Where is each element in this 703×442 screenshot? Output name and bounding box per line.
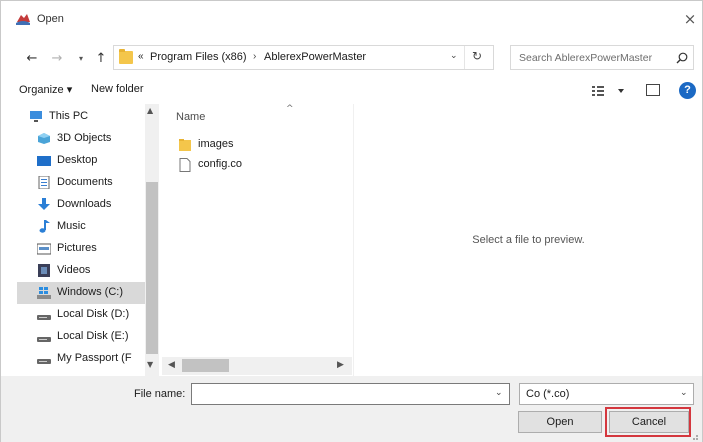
folder-icon bbox=[179, 139, 191, 151]
sidebar-item-downloads[interactable]: Downloads bbox=[17, 194, 145, 216]
close-button[interactable]: × bbox=[682, 9, 698, 29]
back-button[interactable]: ← bbox=[24, 51, 40, 67]
change-view-icon[interactable] bbox=[590, 83, 628, 99]
command-toolbar: Organize ▾ New folder ? bbox=[1, 79, 702, 103]
help-button[interactable]: ? bbox=[679, 82, 696, 99]
sidebar-item-label: This PC bbox=[49, 110, 89, 122]
desktop-icon bbox=[37, 156, 51, 166]
scroll-up-icon[interactable]: ▲ bbox=[147, 106, 153, 115]
sidebar-item-label: My Passport (F bbox=[57, 352, 132, 364]
downloads-icon bbox=[38, 198, 50, 210]
sidebar-item-local-disk-e[interactable]: Local Disk (E:) bbox=[17, 326, 145, 348]
3d-objects-icon bbox=[38, 133, 50, 144]
scroll-left-icon[interactable]: ◀ bbox=[168, 360, 175, 370]
address-dropdown-icon[interactable]: ⌄ bbox=[450, 51, 458, 61]
sidebar-item-label: Pictures bbox=[57, 242, 97, 254]
drive-icon bbox=[37, 359, 51, 364]
search-input[interactable]: Search AblerexPowerMaster bbox=[510, 45, 694, 70]
file-name: images bbox=[198, 138, 234, 150]
organize-button[interactable]: Organize ▾ bbox=[19, 83, 72, 96]
file-name-input[interactable]: ⌄ bbox=[191, 383, 510, 405]
sidebar-item-windows-c[interactable]: Windows (C:) bbox=[17, 282, 145, 304]
scroll-thumb[interactable] bbox=[182, 359, 229, 372]
videos-icon bbox=[38, 264, 50, 277]
open-button[interactable]: Open bbox=[518, 411, 602, 433]
breadcrumb-ablerex[interactable]: AblerexPowerMaster bbox=[264, 51, 366, 63]
forward-button[interactable]: → bbox=[49, 51, 65, 67]
pictures-icon bbox=[37, 243, 51, 255]
breadcrumb-separator[interactable]: › bbox=[253, 51, 256, 62]
cancel-highlight-box bbox=[605, 407, 691, 437]
up-button[interactable]: ↑ bbox=[94, 51, 108, 67]
sidebar-item-label: Music bbox=[57, 220, 86, 232]
windows-drive-icon bbox=[37, 287, 51, 299]
sidebar-item-music[interactable]: Music bbox=[17, 216, 145, 238]
chevron-down-icon[interactable]: ⌄ bbox=[680, 388, 688, 398]
preview-message: Select a file to preview. bbox=[472, 234, 585, 246]
sidebar-item-local-disk-d[interactable]: Local Disk (D:) bbox=[17, 304, 145, 326]
sort-ascending-icon: ^ bbox=[286, 104, 294, 114]
drive-icon bbox=[37, 315, 51, 320]
search-placeholder: Search AblerexPowerMaster bbox=[519, 52, 653, 64]
sidebar-item-videos[interactable]: Videos bbox=[17, 260, 145, 282]
breadcrumb-program-files[interactable]: Program Files (x86) bbox=[150, 51, 247, 63]
window-title: Open bbox=[37, 13, 64, 25]
address-divider bbox=[464, 46, 465, 69]
recent-locations-button[interactable]: ▾ bbox=[76, 51, 86, 67]
open-dialog: Open × ← → ▾ ↑ « Program Files (x86) › A… bbox=[0, 0, 703, 442]
sidebar-item-documents[interactable]: Documents bbox=[17, 172, 145, 194]
column-header-name[interactable]: Name bbox=[176, 111, 205, 123]
sidebar-item-this-pc[interactable]: This PC bbox=[17, 106, 145, 128]
dialog-footer: File name: ⌄ Co (*.co) ⌄ Open Cancel bbox=[1, 376, 702, 442]
sidebar-item-label: Local Disk (D:) bbox=[57, 308, 130, 320]
file-list[interactable]: ^ Name images config.co ◀ ▶ bbox=[162, 104, 352, 376]
resize-grip-icon[interactable] bbox=[689, 431, 699, 441]
chevron-down-icon[interactable]: ⌄ bbox=[495, 388, 503, 398]
sidebar-item-label: Documents bbox=[57, 176, 113, 188]
sidebar-item-my-passport[interactable]: My Passport (F bbox=[17, 348, 145, 370]
computer-icon bbox=[30, 111, 42, 122]
list-item-images[interactable]: images bbox=[179, 135, 329, 155]
file-type-select[interactable]: Co (*.co) ⌄ bbox=[519, 383, 694, 405]
documents-icon bbox=[38, 176, 50, 189]
sidebar-item-label: Local Disk (E:) bbox=[57, 330, 129, 342]
refresh-button[interactable]: ↻ bbox=[472, 49, 482, 63]
sidebar-item-desktop[interactable]: Desktop bbox=[17, 150, 145, 172]
sidebar-item-label: Desktop bbox=[57, 154, 98, 166]
list-item-config[interactable]: config.co bbox=[179, 155, 329, 175]
file-name: config.co bbox=[198, 158, 243, 170]
sidebar-item-label: 3D Objects bbox=[57, 132, 112, 144]
scroll-thumb[interactable] bbox=[146, 182, 158, 354]
drive-icon bbox=[37, 337, 51, 342]
new-folder-button[interactable]: New folder bbox=[91, 83, 144, 95]
scroll-right-icon[interactable]: ▶ bbox=[337, 360, 344, 370]
sidebar-item-label: Downloads bbox=[57, 198, 112, 210]
horizontal-scrollbar[interactable]: ◀ ▶ bbox=[162, 357, 352, 375]
file-type-value: Co (*.co) bbox=[526, 388, 570, 400]
preview-pane-icon[interactable] bbox=[646, 84, 660, 96]
file-icon bbox=[179, 158, 191, 172]
sidebar-item-label: Windows (C:) bbox=[57, 286, 124, 298]
navigation-pane[interactable]: This PC 3D Objects Desktop Documents Dow… bbox=[17, 104, 162, 376]
nav-vertical-scrollbar[interactable]: ▲ ▼ bbox=[145, 104, 159, 376]
music-icon bbox=[39, 220, 50, 233]
sidebar-item-3d-objects[interactable]: 3D Objects bbox=[17, 128, 145, 150]
preview-pane: Select a file to preview. bbox=[353, 104, 702, 376]
title-bar: Open × bbox=[1, 1, 702, 37]
folder-icon bbox=[119, 49, 133, 64]
search-icon[interactable] bbox=[675, 51, 689, 65]
breadcrumb-overflow[interactable]: « bbox=[138, 51, 144, 62]
scroll-down-icon[interactable]: ▼ bbox=[147, 360, 153, 369]
sidebar-item-label: Videos bbox=[57, 264, 91, 276]
file-name-label: File name: bbox=[134, 388, 186, 400]
address-bar[interactable]: « Program Files (x86) › AblerexPowerMast… bbox=[113, 45, 494, 70]
app-icon bbox=[16, 14, 30, 25]
sidebar-item-pictures[interactable]: Pictures bbox=[17, 238, 145, 260]
